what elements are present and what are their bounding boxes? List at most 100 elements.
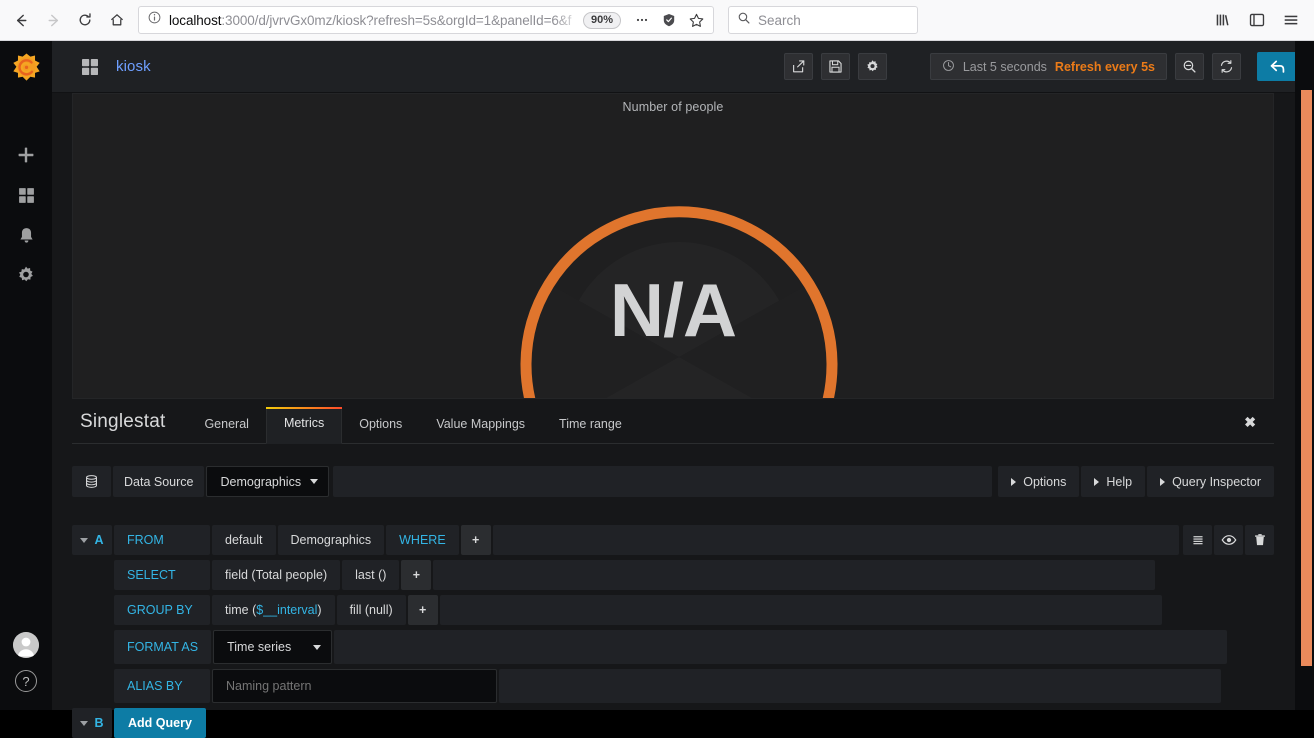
chevron-right-icon (1160, 477, 1166, 486)
url-bar[interactable]: localhost:3000/d/jvrvGx0mz/kiosk?refresh… (138, 6, 714, 34)
database-icon (72, 466, 111, 497)
select-field-segment[interactable]: field (Total people) (212, 560, 341, 590)
group-by-row-filler (439, 595, 1162, 625)
format-as-row-filler (334, 630, 1228, 664)
tab-general[interactable]: General (187, 417, 265, 444)
group-by-time-segment[interactable]: time ($__interval) (212, 595, 335, 625)
panel-type-label: Singlestat (80, 411, 166, 432)
chevron-right-icon (1094, 477, 1100, 486)
add-group-by-part-button[interactable]: + (407, 595, 438, 625)
app-menu-icon[interactable] (1276, 5, 1306, 35)
add-query-button[interactable]: Add Query (114, 708, 206, 738)
page-scrollbar-thumb[interactable] (1301, 90, 1312, 666)
alias-by-row-filler (499, 669, 1221, 703)
chevron-down-icon (80, 537, 89, 543)
from-policy-segment[interactable]: default (212, 525, 276, 555)
save-dashboard-button[interactable] (820, 53, 850, 80)
query-menu-icon[interactable] (1183, 525, 1212, 555)
chevron-down-icon (80, 720, 89, 726)
page-info-icon[interactable] (147, 10, 162, 30)
tracking-protection-icon[interactable] (656, 7, 682, 33)
query-options-label: Options (1023, 474, 1067, 489)
dashboard-settings-button[interactable] (857, 53, 887, 80)
query-ref-label: A (94, 533, 104, 547)
from-measurement-segment[interactable]: Demographics (277, 525, 385, 555)
chevron-right-icon (1011, 477, 1017, 486)
user-avatar[interactable] (13, 632, 39, 658)
dashboard-title[interactable]: kiosk (116, 58, 151, 75)
delete-query-trash-icon[interactable] (1245, 525, 1274, 555)
datasource-row: Data Source Demographics Options Help Qu… (72, 466, 1274, 497)
close-editor-icon[interactable]: ✖ (1226, 414, 1274, 443)
chevron-down-icon (310, 479, 319, 484)
query-editor-rows: A FROM default Demographics WHERE + SELE… (72, 525, 1274, 738)
time-range-picker[interactable]: Last 5 seconds Refresh every 5s (929, 53, 1167, 80)
group-by-fill-segment[interactable]: fill (null) (336, 595, 406, 625)
query-row-indent (72, 630, 112, 664)
tab-metrics[interactable]: Metrics (265, 407, 343, 444)
zoom-level-badge[interactable]: 90% (582, 11, 621, 29)
page-scrollbar-track[interactable] (1295, 41, 1314, 710)
share-dashboard-button[interactable] (783, 53, 813, 80)
format-as-select[interactable]: Time series (213, 630, 333, 664)
datasource-label: Data Source (113, 466, 205, 497)
sidebar-icon[interactable] (1242, 5, 1272, 35)
clock-icon (942, 59, 955, 75)
format-as-keyword: FORMAT AS (114, 630, 212, 664)
query-help-button[interactable]: Help (1081, 466, 1146, 497)
query-options-button[interactable]: Options (998, 466, 1080, 497)
reload-icon[interactable] (70, 5, 100, 35)
query-row-format-as: FORMAT AS Time series (72, 630, 1274, 664)
home-icon[interactable] (102, 5, 132, 35)
query-ref-b[interactable]: B (72, 708, 112, 738)
query-inspector-button[interactable]: Query Inspector (1147, 466, 1274, 497)
editor-right-buttons: Options Help Query Inspector (998, 466, 1274, 497)
add-where-condition-button[interactable]: + (460, 525, 491, 555)
tab-time-range[interactable]: Time range (542, 417, 639, 444)
help-icon[interactable]: ? (15, 670, 37, 692)
dashboard-grid-icon[interactable] (80, 57, 100, 77)
from-keyword[interactable]: FROM (114, 525, 210, 555)
refresh-icon[interactable] (1212, 53, 1241, 80)
query-row-indent (72, 560, 112, 590)
group-by-keyword[interactable]: GROUP BY (114, 595, 210, 625)
add-select-part-button[interactable]: + (401, 560, 432, 590)
query-row-actions (1183, 525, 1274, 555)
browser-search-bar[interactable]: Search (728, 6, 918, 34)
search-icon (737, 11, 751, 30)
zoom-out-icon[interactable] (1175, 53, 1204, 80)
back-arrow-icon[interactable] (6, 5, 36, 35)
interval-variable: $__interval (256, 603, 318, 617)
format-as-value: Time series (227, 640, 292, 654)
select-keyword[interactable]: SELECT (114, 560, 210, 590)
query-ref-a[interactable]: A (72, 525, 112, 555)
back-to-dashboard-button[interactable] (1257, 52, 1298, 81)
query-help-label: Help (1106, 474, 1133, 489)
sidebar-bottom: ? (13, 632, 39, 710)
grafana-logo-icon[interactable] (0, 41, 52, 93)
where-keyword[interactable]: WHERE (386, 525, 459, 555)
star-icon[interactable] (683, 7, 709, 33)
dashboards-icon[interactable] (6, 182, 46, 208)
library-icon[interactable] (1208, 5, 1238, 35)
select-function-segment[interactable]: last () (342, 560, 400, 590)
query-row-alias-by: ALIAS BY (72, 669, 1274, 703)
forward-arrow-icon[interactable] (38, 5, 68, 35)
chevron-down-icon (313, 644, 322, 650)
browser-toolbar: localhost:3000/d/jvrvGx0mz/kiosk?refresh… (0, 0, 1314, 41)
tab-options[interactable]: Options (342, 417, 419, 444)
ellipsis-icon[interactable] (629, 7, 655, 33)
singlestat-panel[interactable]: Number of people N/A (72, 93, 1274, 399)
query-inspector-label: Query Inspector (1172, 474, 1261, 489)
grafana-app: ? kiosk Last 5 seconds Refresh every 5s … (0, 41, 1314, 738)
toggle-visibility-eye-icon[interactable] (1214, 525, 1243, 555)
datasource-value: Demographics (220, 474, 302, 489)
datasource-picker[interactable]: Demographics (206, 466, 330, 497)
create-icon[interactable] (6, 142, 46, 168)
tab-value-mappings[interactable]: Value Mappings (419, 417, 542, 444)
datasource-filler (333, 466, 993, 497)
alias-by-input[interactable] (212, 669, 497, 703)
alerting-bell-icon[interactable] (6, 222, 46, 248)
configuration-gear-icon[interactable] (6, 262, 46, 288)
search-input-placeholder[interactable]: Search (758, 13, 801, 28)
